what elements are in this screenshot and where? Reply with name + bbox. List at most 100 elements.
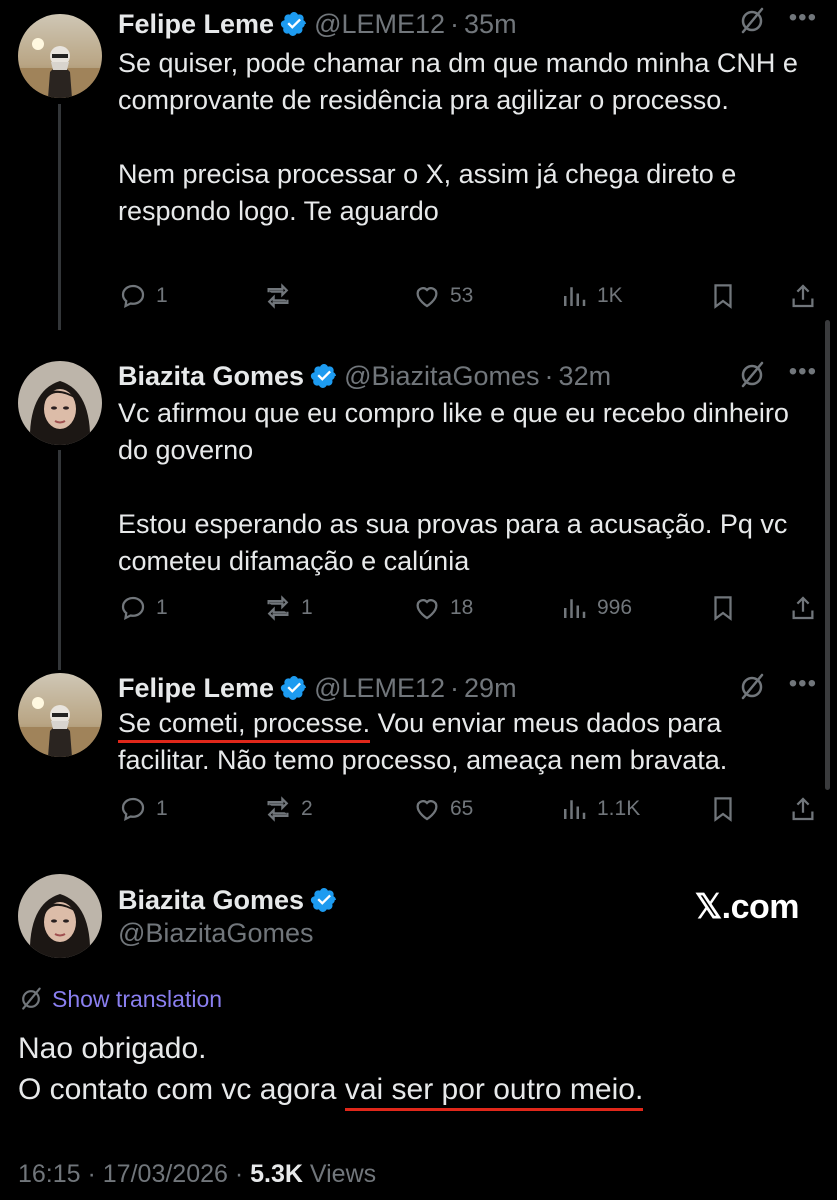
bookmark-icon [714,596,732,621]
separator-dot: · [227,1160,251,1188]
tweet-text: Vc afirmou que eu compro like e que eu r… [118,395,798,580]
bookmark-button[interactable] [708,276,746,316]
reply-count: 1 [156,284,168,307]
bookmark-icon [714,797,732,822]
timestamp[interactable]: 35m [464,9,517,40]
reply-icon [121,797,145,821]
tweet-3[interactable]: Felipe Leme @LEME12 · 29m ••• Se cometi,… [0,666,837,846]
reply-icon [121,596,145,620]
repost-button[interactable]: 2 [263,789,313,829]
repost-button[interactable]: 1 [263,588,313,628]
thread-line [58,450,61,670]
views-icon [564,287,586,306]
bookmark-button[interactable] [708,588,746,628]
tweet-actions: 1 53 1K [118,276,818,316]
like-icon [416,287,438,308]
share-icon [792,797,814,821]
views-count: 996 [597,596,633,619]
author-handle[interactable]: @BiazitaGomes [118,918,313,949]
like-count: 53 [450,284,474,307]
author-handle[interactable]: @LEME12 [314,673,445,704]
tweet-1[interactable]: Felipe Leme @LEME12 · 35m ••• Se quiser,… [0,0,837,330]
views-count: 1.1K [597,797,641,820]
author-name[interactable]: Felipe Leme [118,673,274,704]
views-button[interactable]: 996 [559,588,632,628]
main-line-2: O contato com vc agora vai ser por outro… [18,1069,644,1111]
grok-icon[interactable] [737,672,767,702]
timestamp[interactable]: 29m [464,673,517,704]
share-button[interactable] [788,588,826,628]
like-button[interactable]: 53 [412,276,473,316]
main-line-1: Nao obrigado. [18,1032,207,1065]
more-icon[interactable]: ••• [789,358,817,386]
bookmark-icon [714,284,732,309]
like-icon [416,599,438,620]
tweet-actions: 1 2 65 1.1K [118,789,818,829]
tweet-text: Se cometi, processe. Vou enviar meus dad… [118,705,798,779]
tweet-header: Felipe Leme @LEME12 · 35m [118,2,517,46]
tweet-paragraph: Vc afirmou que eu compro like e que eu r… [118,398,789,465]
thread-line [58,104,61,330]
reply-button[interactable]: 1 [118,588,168,628]
timestamp[interactable]: 32m [559,361,612,392]
like-button[interactable]: 18 [412,588,473,628]
repost-count: 1 [301,596,313,619]
tweet-paragraph: Se cometi, processe. Vou enviar meus dad… [118,705,798,779]
author-name[interactable]: Biazita Gomes [118,361,304,392]
more-icon[interactable]: ••• [789,4,817,32]
views-icon [564,599,586,618]
verified-badge-icon [310,364,337,388]
main-meta: 16:15 · 17/03/2026 · 5.3K Views [18,1160,376,1189]
views-label: Views [309,1160,377,1188]
tweet-actions: 1 1 18 996 [118,588,818,628]
avatar-biazita[interactable] [18,361,102,445]
grok-icon[interactable] [737,6,767,36]
avatar-felipe[interactable] [18,673,102,757]
post-date[interactable]: 17/03/2026 [103,1160,228,1188]
views-button[interactable]: 1K [559,276,623,316]
grok-icon[interactable] [737,360,767,390]
tweet-text: Se quiser, pode chamar na dm que mando m… [118,45,798,230]
like-button[interactable]: 65 [412,789,473,829]
tweet-header: Biazita Gomes @BiazitaGomes · 32m [118,354,611,398]
repost-count: 2 [301,797,313,820]
like-count: 65 [450,797,474,820]
repost-icon [267,283,289,309]
main-tweet-text: Nao obrigado. O contato com vc agora vai… [18,1028,644,1111]
author-name[interactable]: Biazita Gomes [118,885,304,916]
repost-icon [267,595,289,621]
verified-badge-icon [310,888,337,912]
separator-dot: · [450,8,460,39]
post-time[interactable]: 16:15 [18,1160,81,1188]
repost-button[interactable] [263,276,301,316]
reply-icon [121,284,145,308]
like-icon [416,800,438,821]
repost-icon [267,796,289,822]
translate-icon [22,987,41,1010]
author-handle[interactable]: @LEME12 [314,9,445,40]
reply-button[interactable]: 1 [118,276,168,316]
like-count: 18 [450,596,474,619]
author-name[interactable]: Felipe Leme [118,9,274,40]
avatar-biazita[interactable] [18,874,102,958]
author-handle[interactable]: @BiazitaGomes [344,361,539,392]
views-button[interactable]: 1.1K [559,789,640,829]
main-line-2-plain: O contato com vc agora [18,1073,345,1106]
separator-dot: · [450,672,460,703]
scrollbar[interactable] [825,320,830,790]
translate-row[interactable]: Show translation [18,984,222,1014]
bookmark-button[interactable] [708,789,746,829]
tweet-2[interactable]: Biazita Gomes @BiazitaGomes · 32m ••• Vc… [0,354,837,670]
share-button[interactable] [788,276,826,316]
tweet-paragraph: Estou esperando as sua provas para a acu… [118,509,788,576]
separator-dot: · [544,360,554,391]
share-button[interactable] [788,789,826,829]
reply-button[interactable]: 1 [118,789,168,829]
verified-badge-icon [280,12,307,36]
show-translation-link[interactable]: Show translation [52,986,222,1013]
more-icon[interactable]: ••• [789,670,817,698]
separator-dot: · [80,1160,103,1188]
annotated-highlight: vai ser por outro meio. [344,1073,644,1111]
avatar-felipe[interactable] [18,14,102,98]
tweet-paragraph: Nem precisa processar o X, assim já cheg… [118,159,737,226]
